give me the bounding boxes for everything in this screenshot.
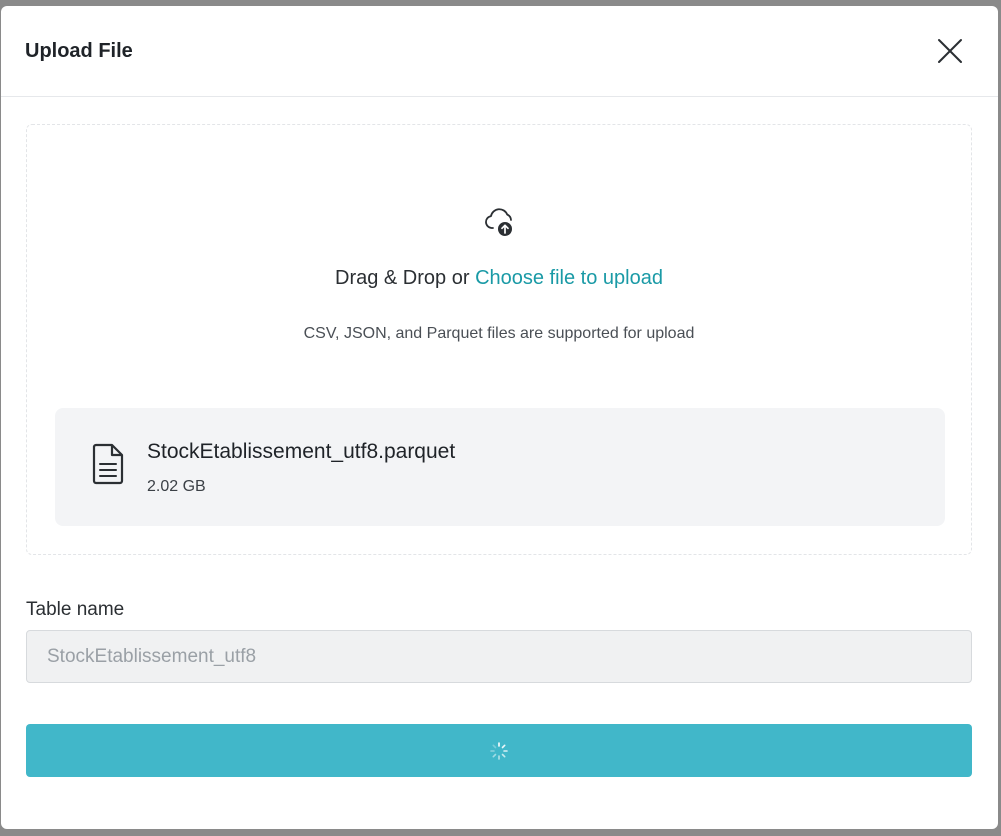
table-name-label: Table name	[26, 599, 125, 620]
selected-file-card: StockEtablissement_utf8.parquet 2.02 GB	[55, 408, 945, 526]
dropzone-prompt: Drag & Drop or Choose file to upload	[27, 267, 971, 290]
upload-file-modal: Upload File Drag & Drop or Choose file t…	[1, 6, 998, 829]
supported-formats-text: CSV, JSON, and Parquet files are support…	[303, 325, 695, 342]
dropzone-prompt-text: Drag & Drop or	[335, 267, 476, 289]
table-name-input[interactable]	[26, 630, 972, 683]
close-button[interactable]	[934, 35, 966, 67]
file-dropzone[interactable]: Drag & Drop or Choose file to upload CSV…	[26, 124, 972, 555]
file-size: 2.02 GB	[147, 478, 206, 495]
choose-file-link[interactable]: Choose file to upload	[475, 267, 663, 289]
close-icon	[938, 39, 962, 63]
file-text-icon	[92, 443, 124, 485]
file-name: StockEtablissement_utf8.parquet	[147, 440, 456, 463]
modal-header: Upload File	[1, 6, 998, 97]
modal-title: Upload File	[25, 39, 133, 62]
upload-submit-button[interactable]	[26, 724, 972, 777]
cloud-upload-icon	[485, 208, 512, 236]
spinner-icon	[490, 741, 508, 760]
